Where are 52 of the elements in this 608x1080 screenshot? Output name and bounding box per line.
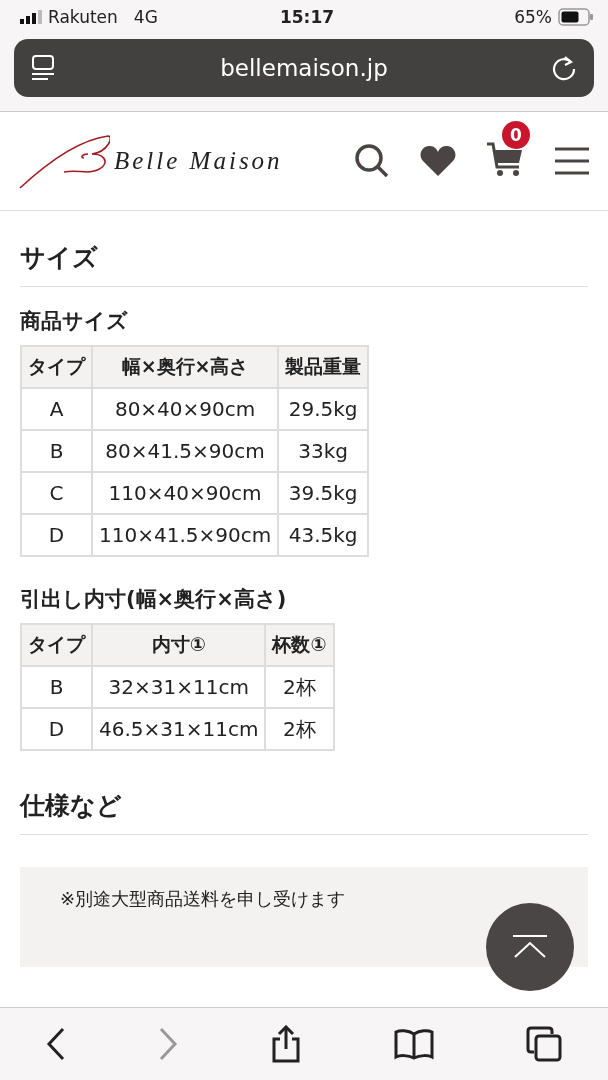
cart-count-badge: 0 [502,121,530,149]
clock: 15:17 [279,7,335,27]
cart-icon[interactable] [486,141,524,177]
brand-name: Belle Maison [114,147,283,175]
tabs-icon[interactable] [526,1026,562,1062]
menu-icon[interactable] [554,147,590,175]
table-cell: D [21,514,92,556]
table-cell: 110×40×90cm [92,472,279,514]
section-title: サイズ [20,241,588,287]
forward-icon[interactable] [158,1027,178,1061]
battery-icon [558,8,594,26]
table-cell: B [21,430,92,472]
table-cell: D [21,708,92,750]
table-cell: B [21,666,92,708]
back-icon[interactable] [46,1027,66,1061]
url-text: bellemaison.jp [219,55,389,81]
section-title: 仕様など [20,789,588,835]
battery-percent: 65% [514,7,552,27]
table-cell: 2杯 [265,666,334,708]
signal-icon [20,10,42,24]
table-cell: C [21,472,92,514]
network-type: 4G [133,7,158,27]
table-cell: 32×31×11cm [92,666,266,708]
table-cell: 80×40×90cm [92,388,279,430]
reload-icon[interactable] [552,54,578,82]
address-bar[interactable]: bellemaison.jp [14,39,594,97]
table-cell: 80×41.5×90cm [92,430,279,472]
carrier-name: Rakuten [48,7,118,27]
table-cell: 43.5kg [278,514,369,556]
table-title: 商品サイズ [20,308,129,335]
logo-icon[interactable] [18,132,110,190]
table-cell: A [21,388,92,430]
column-header: タイプ [21,624,92,666]
column-header: 幅×奥行×高さ [92,346,279,388]
bookmarks-icon[interactable] [394,1028,434,1060]
column-header: 杯数① [265,624,334,666]
column-header: 内寸① [92,624,266,666]
reader-icon [30,54,56,82]
table-cell: 29.5kg [278,388,369,430]
search-icon[interactable] [354,143,390,179]
table-cell: 39.5kg [278,472,369,514]
table-cell: 2杯 [265,708,334,750]
heart-icon[interactable] [420,145,456,177]
table-cell: 110×41.5×90cm [92,514,279,556]
note-text: ※別途大型商品送料を申し受けます [60,888,346,909]
up-caret-icon [513,935,547,959]
column-header: タイプ [21,346,92,388]
table-cell: 46.5×31×11cm [92,708,266,750]
share-icon[interactable] [270,1025,302,1063]
table-cell: 33kg [278,430,369,472]
table-title: 引出し内寸(幅×奥行×高さ) [20,586,288,613]
column-header: 製品重量 [278,346,369,388]
